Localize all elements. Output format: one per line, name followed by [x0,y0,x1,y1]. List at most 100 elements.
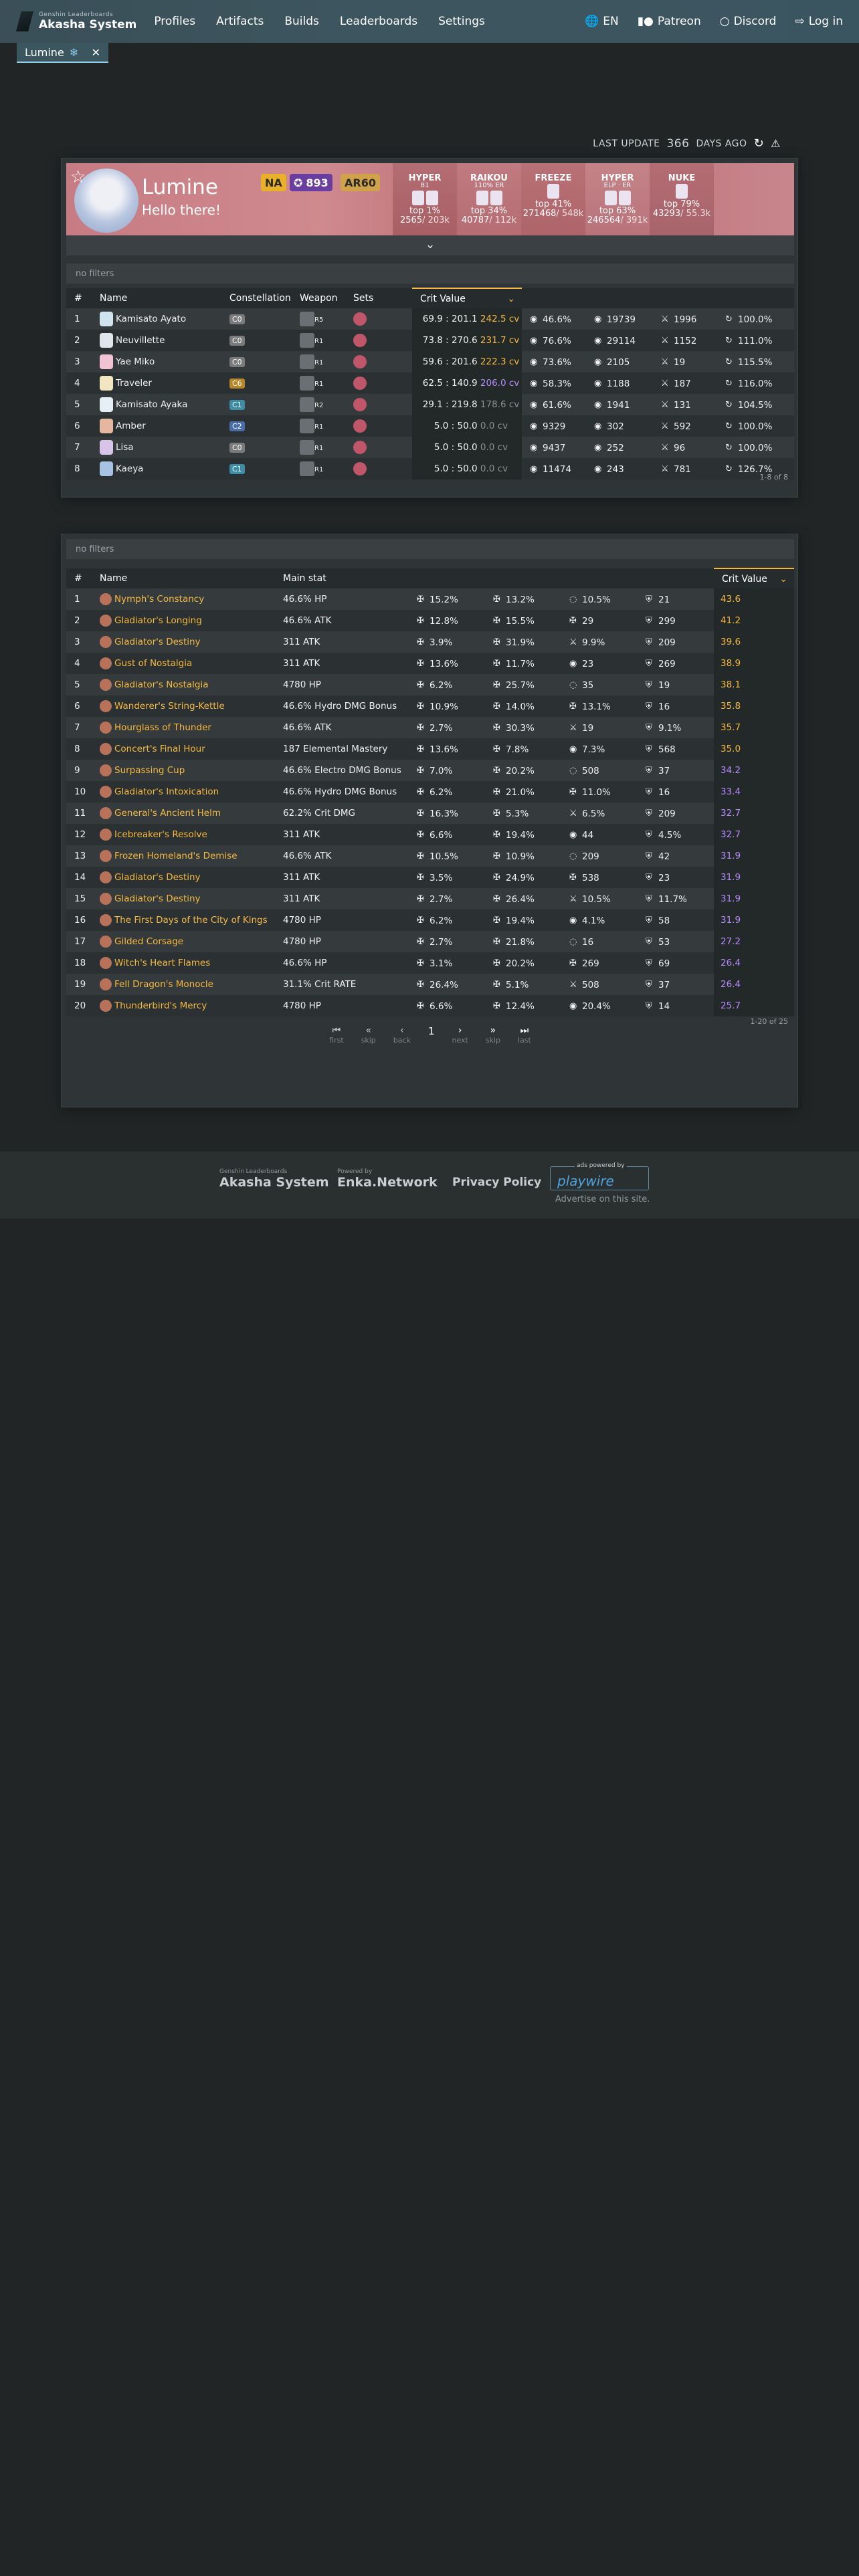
star-icon[interactable]: ☆ [70,167,86,187]
artifact-name[interactable]: Icebreaker's Resolve [92,824,275,845]
col-stat-2[interactable] [586,288,653,308]
skip-back-button[interactable]: «skip [361,1025,376,1045]
character-name[interactable]: Kaeya [92,458,221,479]
table-row[interactable]: 16 The First Days of the City of Kings 478… [66,909,794,931]
close-icon[interactable]: ✕ [92,46,100,59]
table-row[interactable]: 17 Gilded Corsage 4780 HP ✠ 2.7% ✠ 21.8% ◌ 16 ⛨ 53… [66,931,794,952]
artifact-name[interactable]: Witch's Heart Flames [92,952,275,974]
character-name[interactable]: Kamisato Ayato [92,308,221,330]
artifact-name[interactable]: Wanderer's String-Kettle [92,695,275,717]
footer-enka-link[interactable]: Powered by Enka.Network [337,1169,438,1189]
nav-settings[interactable]: Settings [438,15,485,28]
col-stat-4[interactable] [717,288,794,308]
artifact-name[interactable]: The First Days of the City of Kings [92,909,275,931]
artifact-name[interactable]: Frozen Homeland's Demise [92,845,275,867]
col-stat-1[interactable] [522,288,586,308]
col-crit-value[interactable]: Crit Value ⌄ [714,568,794,588]
table-row[interactable]: 3 Yae Miko C0 R1 59.6 : 201.6 222.3 cv ◉ 73.6%… [66,351,794,372]
discord-button[interactable]: ○ Discord [720,15,777,28]
artifact-filters[interactable]: no filters [66,539,794,559]
col-sub-3[interactable] [561,568,638,588]
col-main-stat[interactable]: Main stat [275,568,409,588]
artifact-name[interactable]: Gust of Nostalgia [92,653,275,674]
col-name[interactable]: Name [92,288,221,308]
table-row[interactable]: 8 Concert's Final Hour 187 Elemental Maste… [66,738,794,760]
character-name[interactable]: Neuvillette [92,330,221,351]
artifact-name[interactable]: Nymph's Constancy [92,588,275,610]
table-row[interactable]: 7 Lisa C0 R1 5.0 : 50.0 0.0 cv ◉ 9437 ◉ 252 ⚔ 96 ↻ 1… [66,437,794,458]
skip-forward-button[interactable]: » skip [486,1025,500,1045]
character-name[interactable]: Kamisato Ayaka [92,394,221,415]
table-row[interactable]: 11 General's Ancient Helm 62.2% Crit DMG ✠ 1… [66,802,794,824]
table-row[interactable]: 18 Witch's Heart Flames 46.6% HP ✠ 3.1% ✠ 20.2… [66,952,794,974]
table-row[interactable]: 19 Fell Dragon's Monocle 31.1% Crit RATE ✠ 2… [66,974,794,995]
back-button[interactable]: ‹ back [393,1025,411,1045]
nav-artifacts[interactable]: Artifacts [216,15,264,28]
refresh-icon[interactable]: ↻ [754,136,765,150]
artifact-name[interactable]: Gladiator's Destiny [92,867,275,888]
language-button[interactable]: 🌐 EN [585,15,619,28]
character-name[interactable]: Traveler [92,372,221,394]
table-row[interactable]: 8 Kaeya C1 R1 5.0 : 50.0 0.0 cv ◉ 11474 ◉ 243 ⚔ 78… [66,458,794,479]
col-constellation[interactable]: Constellation [221,288,292,308]
site-logo[interactable]: Genshin Leaderboards Akasha System [16,11,136,31]
artifact-name[interactable]: Gilded Corsage [92,931,275,952]
character-name[interactable]: Amber [92,415,221,437]
artifact-name[interactable]: Gladiator's Destiny [92,631,275,653]
artifact-name[interactable]: Gladiator's Intoxication [92,781,275,802]
next-button[interactable]: › next [452,1025,468,1045]
artifact-name[interactable]: Fell Dragon's Monocle [92,974,275,995]
col-name[interactable]: Name [92,568,275,588]
table-row[interactable]: 7 Hourglass of Thunder 46.6% ATK ✠ 2.7% ✠ 30.3… [66,717,794,738]
table-row[interactable]: 6 Amber C2 R1 5.0 : 50.0 0.0 cv ◉ 9329 ◉ 302 ⚔ 592… [66,415,794,437]
rank-card[interactable]: FREEZE top 41% 271468/ 548k [521,163,585,235]
rank-card[interactable]: RAIKOU 110% ER top 34% 40787/ 112k [457,163,521,235]
artifact-name[interactable]: Thunderbird's Mercy [92,995,275,1016]
table-row[interactable]: 4 Traveler C6 R1 62.5 : 140.9 206.0 cv ◉ 58.3%… [66,372,794,394]
warning-icon[interactable]: ⚠ [771,137,781,150]
table-row[interactable]: 2 Gladiator's Longing 46.6% ATK ✠ 12.8% ✠ 15.5… [66,610,794,631]
col-sub-2[interactable] [485,568,561,588]
artifact-name[interactable]: General's Ancient Helm [92,802,275,824]
footer-akasha-link[interactable]: Genshin Leaderboards Akasha System [219,1169,329,1189]
col-stat-3[interactable] [653,288,717,308]
table-row[interactable]: 5 Gladiator's Nostalgia 4780 HP ✠ 6.2% ✠ 25.7%… [66,674,794,695]
artifact-name[interactable]: Surpassing Cup [92,760,275,781]
character-filters[interactable]: no filters [66,263,794,284]
artifact-name[interactable]: Gladiator's Destiny [92,888,275,909]
table-row[interactable]: 6 Wanderer's String-Kettle 46.6% Hydro DMG… [66,695,794,717]
table-row[interactable]: 10 Gladiator's Intoxication 46.6% Hydro DM… [66,781,794,802]
nav-profiles[interactable]: Profiles [154,15,195,28]
rank-card[interactable]: HYPER ELP · ER top 63% 246564/ 391k [585,163,650,235]
table-row[interactable]: 4 Gust of Nostalgia 311 ATK ✠ 13.6% ✠ 11.7% ◉ 23… [66,653,794,674]
table-row[interactable]: 1 Nymph's Constancy 46.6% HP ✠ 15.2% ✠ 13.2% ◌ 1… [66,588,794,610]
first-page-button[interactable]: ⏮ first [329,1025,344,1045]
nav-leaderboards[interactable]: Leaderboards [340,15,417,28]
tab-lumine[interactable]: Lumine ❄ ✕ [17,43,108,63]
rank-card[interactable]: HYPER 81 top 1% 2565/ 203k [393,163,457,235]
character-name[interactable]: Yae Miko [92,351,221,372]
character-name[interactable]: Lisa [92,437,221,458]
table-row[interactable]: 13 Frozen Homeland's Demise 46.6% ATK ✠ 10.5… [66,845,794,867]
playwire-link[interactable]: ads powered by playwire [550,1162,649,1190]
table-row[interactable]: 5 Kamisato Ayaka C1 R2 29.1 : 219.8 178.6 cv… [66,394,794,415]
table-row[interactable]: 1 Kamisato Ayato C0 R5 69.9 : 201.1 242.5 cv… [66,308,794,330]
privacy-policy-link[interactable]: Privacy Policy [452,1176,541,1188]
artifact-name[interactable]: Hourglass of Thunder [92,717,275,738]
table-row[interactable]: 14 Gladiator's Destiny 311 ATK ✠ 3.5% ✠ 24.9% ✠… [66,867,794,888]
advertise-link[interactable]: Advertise on this site. [555,1194,650,1204]
table-row[interactable]: 20 Thunderbird's Mercy 4780 HP ✠ 6.6% ✠ 12.4% ◉… [66,995,794,1016]
col-weapon[interactable]: Weapon [292,288,345,308]
collapse-toggle[interactable]: ⌄ [66,235,794,255]
col-crit-value[interactable]: Crit Value ⌄ [412,288,522,308]
last-page-button[interactable]: ⏭ last [518,1025,531,1045]
table-row[interactable]: 9 Surpassing Cup 46.6% Electro DMG Bonus ✠ 7… [66,760,794,781]
table-row[interactable]: 15 Gladiator's Destiny 311 ATK ✠ 2.7% ✠ 26.4% ⚔… [66,888,794,909]
artifact-name[interactable]: Concert's Final Hour [92,738,275,760]
patreon-button[interactable]: ▮● Patreon [638,15,701,28]
col-sets[interactable]: Sets [345,288,412,308]
col-sub-4[interactable] [638,568,714,588]
nav-builds[interactable]: Builds [284,15,319,28]
col-sub-1[interactable] [409,568,485,588]
rank-card[interactable]: NUKE top 79% 43293/ 55.3k [650,163,714,235]
